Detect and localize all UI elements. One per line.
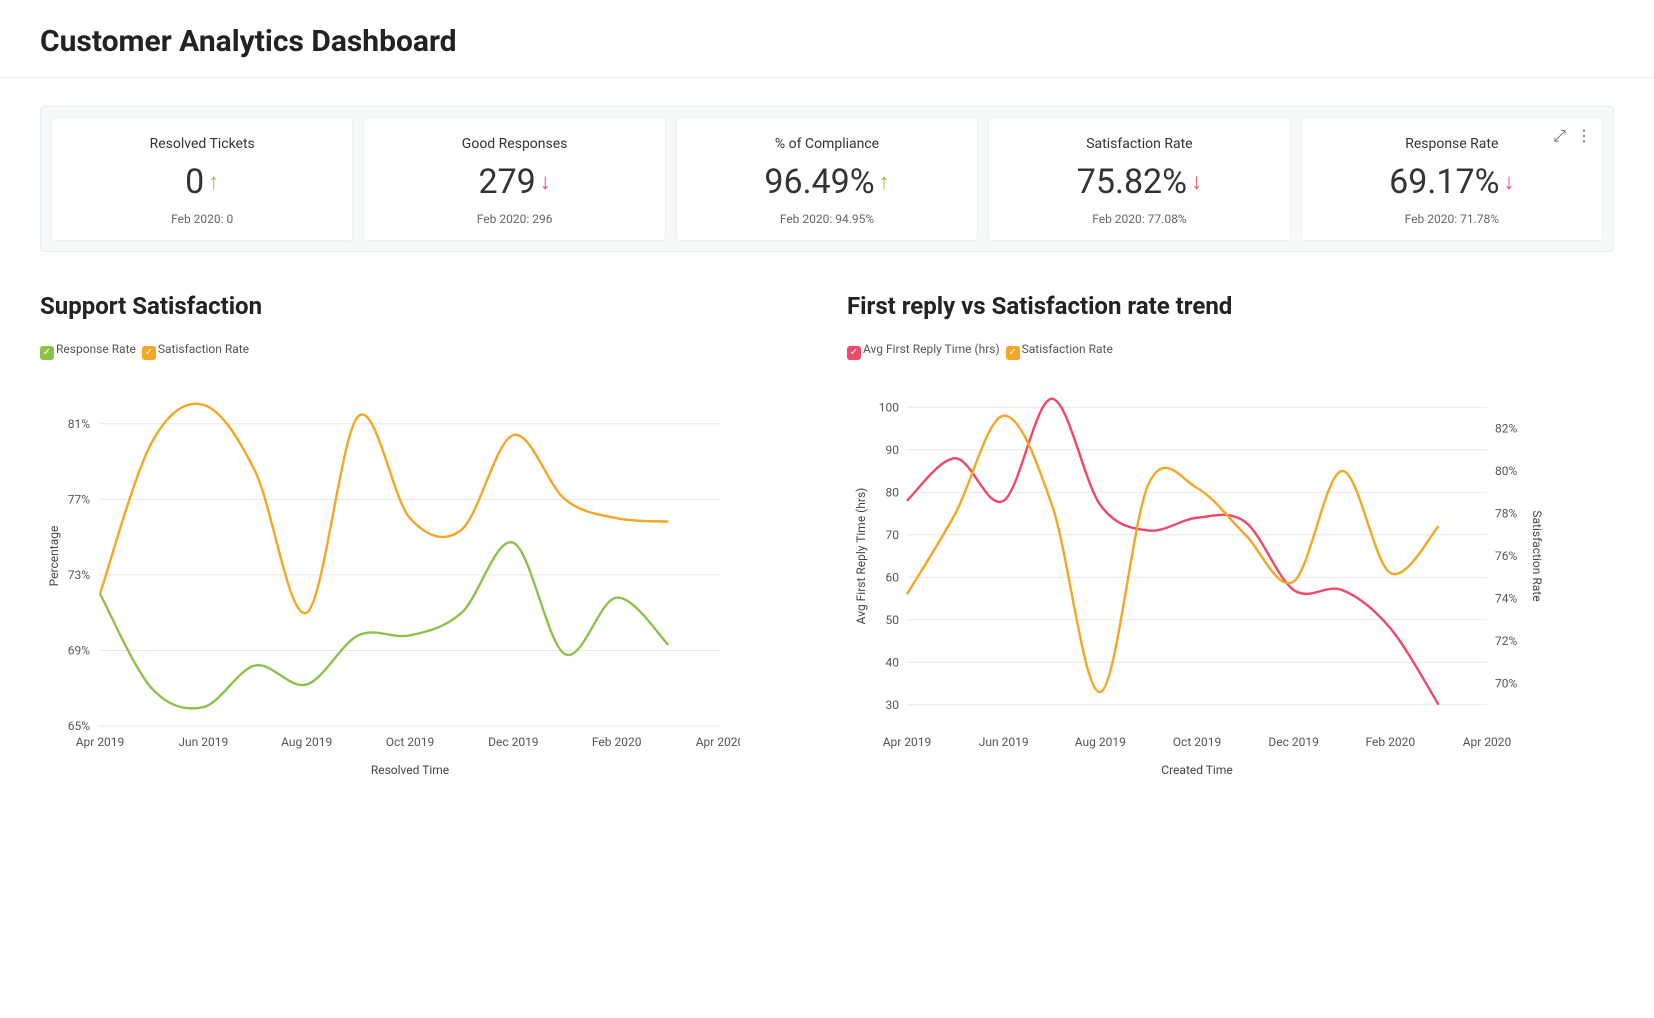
kpi-value: 69.17% <box>1389 162 1499 202</box>
svg-text:80: 80 <box>886 485 900 499</box>
kpi-value: 96.49% <box>764 162 874 202</box>
svg-text:40: 40 <box>886 655 900 669</box>
svg-text:Resolved Time: Resolved Time <box>371 763 449 777</box>
legend-label: Avg First Reply Time (hrs) <box>863 342 1000 356</box>
kpi-value: 75.82% <box>1077 162 1187 202</box>
svg-text:65%: 65% <box>68 719 90 733</box>
kpi-label: Satisfaction Rate <box>1001 136 1277 152</box>
svg-text:69%: 69% <box>68 643 90 657</box>
page-title: Customer Analytics Dashboard <box>40 24 1614 59</box>
trend-up-icon: ↑ <box>879 169 890 195</box>
chart-title: Support Satisfaction <box>40 292 807 320</box>
kpi-subtext: Feb 2020: 94.95% <box>689 212 965 226</box>
svg-text:Aug 2019: Aug 2019 <box>281 735 332 749</box>
kpi-strip: Resolved Tickets0↑Feb 2020: 0Good Respon… <box>40 106 1614 252</box>
svg-text:50: 50 <box>886 613 900 627</box>
kpi-card: Resolved Tickets 0↑ Feb 2020: 0 <box>51 117 353 241</box>
expand-icon[interactable]: ⤢ <box>1553 126 1566 146</box>
svg-text:Created Time: Created Time <box>1161 763 1232 777</box>
svg-text:Dec 2019: Dec 2019 <box>488 735 538 749</box>
kpi-subtext: Feb 2020: 77.08% <box>1001 212 1277 226</box>
legend-swatch: ✓ <box>40 346 54 360</box>
kpi-subtext: Feb 2020: 296 <box>376 212 652 226</box>
svg-text:74%: 74% <box>1495 592 1517 606</box>
svg-text:Apr 2020: Apr 2020 <box>1463 735 1512 749</box>
legend-item[interactable]: ✓Avg First Reply Time (hrs) <box>847 342 1000 356</box>
header-divider <box>0 77 1654 78</box>
kpi-value: 0 <box>185 162 204 202</box>
more-icon[interactable]: ⋮ <box>1576 126 1592 146</box>
svg-text:Feb 2020: Feb 2020 <box>592 735 642 749</box>
kpi-subtext: Feb 2020: 71.78% <box>1314 212 1590 226</box>
chart-legend: ✓Response Rate✓Satisfaction Rate <box>40 342 807 360</box>
svg-text:Apr 2020: Apr 2020 <box>696 735 740 749</box>
legend-item[interactable]: ✓Satisfaction Rate <box>1006 342 1113 356</box>
svg-text:90: 90 <box>886 443 900 457</box>
chart-legend: ✓Avg First Reply Time (hrs)✓Satisfaction… <box>847 342 1614 360</box>
svg-text:Avg First Reply Time (hrs): Avg First Reply Time (hrs) <box>854 488 868 625</box>
legend-label: Response Rate <box>56 342 136 356</box>
trend-down-icon: ↓ <box>540 169 551 195</box>
chart-first-reply-vs-satisfaction: First reply vs Satisfaction rate trend ✓… <box>847 292 1614 786</box>
svg-text:Feb 2020: Feb 2020 <box>1366 735 1416 749</box>
svg-text:Satisfaction Rate: Satisfaction Rate <box>1530 510 1544 601</box>
svg-text:70%: 70% <box>1495 677 1517 691</box>
svg-text:77%: 77% <box>68 492 90 506</box>
kpi-subtext: Feb 2020: 0 <box>64 212 340 226</box>
kpi-card: ⤢ ⋮Response Rate 69.17%↓ Feb 2020: 71.78% <box>1301 117 1603 241</box>
kpi-label: % of Compliance <box>689 136 965 152</box>
legend-swatch: ✓ <box>1006 346 1020 360</box>
trend-down-icon: ↓ <box>1503 169 1514 195</box>
kpi-label: Response Rate <box>1314 136 1590 152</box>
chart-svg: 30 40 50 60 70 80 90 100 70% 72% 74% 76% 78% 80% 82% Ap… <box>847 366 1547 786</box>
legend-item[interactable]: ✓Satisfaction Rate <box>142 342 249 356</box>
legend-swatch: ✓ <box>847 346 861 360</box>
kpi-label: Resolved Tickets <box>64 136 340 152</box>
svg-text:73%: 73% <box>68 568 90 582</box>
svg-text:Oct 2019: Oct 2019 <box>386 735 434 749</box>
svg-text:Oct 2019: Oct 2019 <box>1173 735 1221 749</box>
trend-down-icon: ↓ <box>1191 169 1202 195</box>
trend-up-icon: ↑ <box>208 169 219 195</box>
kpi-card: Satisfaction Rate 75.82%↓ Feb 2020: 77.08% <box>988 117 1290 241</box>
legend-label: Satisfaction Rate <box>1022 342 1113 356</box>
legend-swatch: ✓ <box>142 346 156 360</box>
svg-text:100: 100 <box>879 400 899 414</box>
kpi-card: Good Responses 279↓ Feb 2020: 296 <box>363 117 665 241</box>
chart-svg: 65% 69% 73% 77% 81% Apr 2019 Jun 2019 Aug 2019 O… <box>40 366 740 786</box>
chart-support-satisfaction: Support Satisfaction ✓Response Rate✓Sati… <box>40 292 807 786</box>
svg-text:81%: 81% <box>68 417 90 431</box>
legend-item[interactable]: ✓Response Rate <box>40 342 136 356</box>
svg-text:76%: 76% <box>1495 549 1517 563</box>
svg-text:Apr 2019: Apr 2019 <box>76 735 125 749</box>
svg-text:82%: 82% <box>1495 422 1517 436</box>
svg-text:60: 60 <box>886 570 900 584</box>
svg-text:Jun 2019: Jun 2019 <box>979 735 1029 749</box>
svg-text:Jun 2019: Jun 2019 <box>178 735 228 749</box>
kpi-card: % of Compliance 96.49%↑ Feb 2020: 94.95% <box>676 117 978 241</box>
svg-text:78%: 78% <box>1495 507 1517 521</box>
kpi-value: 279 <box>478 162 535 202</box>
svg-text:80%: 80% <box>1495 464 1517 478</box>
legend-label: Satisfaction Rate <box>158 342 249 356</box>
kpi-label: Good Responses <box>376 136 652 152</box>
svg-text:Dec 2019: Dec 2019 <box>1268 735 1318 749</box>
svg-text:Aug 2019: Aug 2019 <box>1075 735 1126 749</box>
svg-text:Percentage: Percentage <box>47 526 61 587</box>
svg-text:Apr 2019: Apr 2019 <box>883 735 932 749</box>
svg-text:70: 70 <box>886 528 900 542</box>
charts-row: Support Satisfaction ✓Response Rate✓Sati… <box>40 292 1614 786</box>
chart-title: First reply vs Satisfaction rate trend <box>847 292 1614 320</box>
svg-text:72%: 72% <box>1495 634 1517 648</box>
svg-text:30: 30 <box>886 698 900 712</box>
